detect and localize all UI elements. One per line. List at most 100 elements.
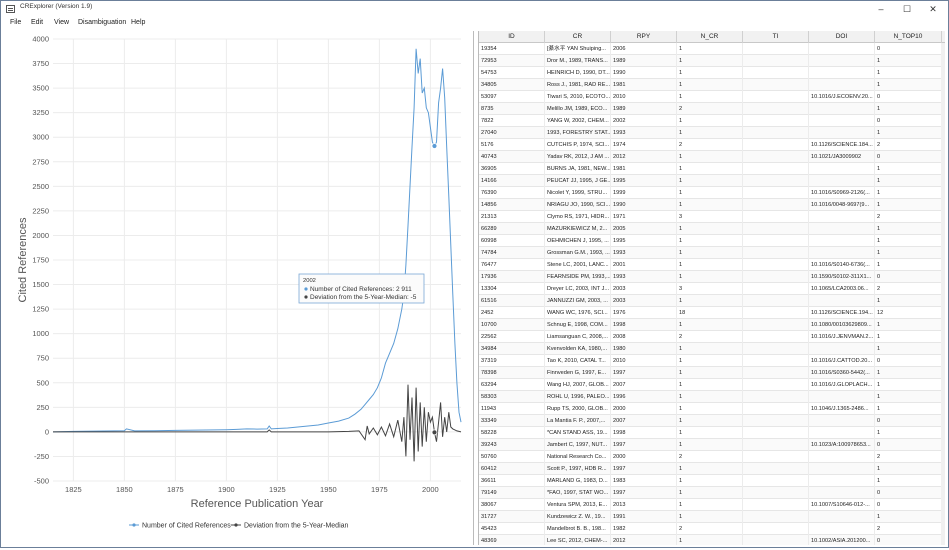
table-row[interactable]: 31727 Kundzewicz Z. W., 19... 1991 1 1: [479, 511, 945, 523]
column-header-rpy[interactable]: RPY: [611, 31, 677, 43]
table-row[interactable]: 40743 Yadav RK, 2012, J AM ... 2012 1 10.102…: [479, 151, 945, 163]
menu-disambiguation[interactable]: Disambiguation: [78, 19, 126, 26]
menu-help[interactable]: Help: [131, 19, 145, 26]
cell-rpy: 2010: [611, 91, 677, 103]
cell-n-top10: 0: [875, 151, 942, 163]
table-row[interactable]: 76477 Stene LC, 2001, LANC... 2001 1 10.1016…: [479, 259, 945, 271]
cell-n-cr: 3: [677, 211, 743, 223]
cell-id: 54753: [479, 67, 545, 79]
table-row[interactable]: 14166 PEUCAT JJ, 1995, J GE... 1995 1 1: [479, 175, 945, 187]
cell-doi: 10.1016/S0140-6736(...: [809, 259, 875, 271]
table-row[interactable]: 76390 Nicolet Y, 1999, STRU... 1999 1 10.101…: [479, 187, 945, 199]
table-row[interactable]: 34805 Ross J., 1981, RAD RE... 1981 1 1: [479, 79, 945, 91]
table-row[interactable]: 33349 La Mantia F. P., 2007,... 2007 1 0: [479, 415, 945, 427]
cell-n-top10: 1: [875, 403, 942, 415]
column-header-n-top10[interactable]: N_TOP10: [875, 31, 942, 43]
table-row[interactable]: 37319 Tao K, 2010, CATAL T... 2010 1 10.1016…: [479, 355, 945, 367]
cell-id: 17936: [479, 271, 545, 283]
cell-id: 34805: [479, 79, 545, 91]
table-row[interactable]: 61516 JANNUZZI GM, 2003, ... 2003 1 1: [479, 295, 945, 307]
cell-n-top10: 0: [875, 271, 942, 283]
table-row[interactable]: 53097 Tiwari S, 2010, ECOTO... 2010 1 10.101…: [479, 91, 945, 103]
cell-id: 10700: [479, 319, 545, 331]
cell-rpy: 1995: [611, 175, 677, 187]
tooltip-line-1: Number of Cited References: 2 911: [310, 286, 412, 293]
column-header-id[interactable]: ID: [479, 31, 545, 43]
table-row[interactable]: 7822 YANG W, 2002, CHEM... 2002 1 0: [479, 115, 945, 127]
table-row[interactable]: 8735 Melillo JM, 1989, ECO... 1989 2 1: [479, 103, 945, 115]
table-row[interactable]: 17936 FEARNSIDE PM, 1993,... 1993 1 10.1590/…: [479, 271, 945, 283]
menu-file[interactable]: File: [10, 19, 21, 26]
table-row[interactable]: 45423 Mandelbrot B. B., 198... 1982 2 2: [479, 523, 945, 535]
table-row[interactable]: 78398 Finnveden G, 1997, E... 1997 1 10.1016…: [479, 367, 945, 379]
cell-ti: [743, 487, 809, 499]
cell-ti: [743, 523, 809, 535]
table-row[interactable]: 10700 Schnug E, 1998, COM... 1998 1 10.1080/…: [479, 319, 945, 331]
cell-rpy: 2012: [611, 151, 677, 163]
cell-n-cr: 1: [677, 67, 743, 79]
table-row[interactable]: 48369 Lee SC, 2012, CHEM-... 2012 1 10.1002/…: [479, 535, 945, 545]
cell-rpy: 1999: [611, 187, 677, 199]
cell-id: 40743: [479, 151, 545, 163]
citation-chart[interactable]: 4000375035003250300027502500225020001750…: [3, 31, 474, 545]
table-row[interactable]: 36905 BURNS JA, 1981, NEW... 1981 1 1: [479, 163, 945, 175]
maximize-button[interactable]: ☐: [894, 1, 920, 17]
cell-doi: 10.1016/0048-9697(9...: [809, 199, 875, 211]
table-row[interactable]: 27040 1993, FORESTRY STAT... 1993 1 1: [479, 127, 945, 139]
table-row[interactable]: 13304 Dreyer LC, 2003, INT J... 2003 3 10.10…: [479, 283, 945, 295]
cell-doi: [809, 43, 875, 55]
table-row[interactable]: 21313 Clymo RS, 1971, HIDR... 1971 3 2: [479, 211, 945, 223]
column-header-cr[interactable]: CR: [545, 31, 611, 43]
table-row[interactable]: 66289 MAZURKIEWICZ M, 2... 2005 1 1: [479, 223, 945, 235]
table-row[interactable]: 63294 Wang HJ, 2007, GLOB... 2007 1 10.1016/…: [479, 379, 945, 391]
cell-id: 63294: [479, 379, 545, 391]
table-scrollbar[interactable]: [941, 43, 945, 545]
close-button[interactable]: ✕: [920, 1, 946, 17]
cell-ti: [743, 331, 809, 343]
table-row[interactable]: 19354 [綦水平 YAN Shuiping... 2006 1 0: [479, 43, 945, 55]
table-row[interactable]: 14856 NRIAGU JO, 1990, SCI... 1990 1 10.1016…: [479, 199, 945, 211]
table-row[interactable]: 50760 National Research Co... 2000 2 2: [479, 451, 945, 463]
table-row[interactable]: 60998 OEHMICHEN J, 1995, ... 1995 1 1: [479, 235, 945, 247]
table-row[interactable]: 54753 HEINRICH D, 1990, DT... 1990 1 1: [479, 67, 945, 79]
references-table: ID CR RPY N_CR TI DOI N_TOP10 19354 [綦水平 …: [478, 31, 945, 545]
table-row[interactable]: 58228 *CAN STAND ASS, 19... 1998 1 1: [479, 427, 945, 439]
menu-view[interactable]: View: [54, 19, 69, 26]
cell-n-cr: 2: [677, 523, 743, 535]
cell-n-cr: 1: [677, 463, 743, 475]
table-row[interactable]: 36611 MARLAND G, 1983, D... 1983 1 1: [479, 475, 945, 487]
table-row[interactable]: 79149 *FAO, 1997, STAT WO... 1997 1 0: [479, 487, 945, 499]
x-tick-label: 1975: [371, 485, 388, 494]
cell-doi: [809, 247, 875, 259]
cell-rpy: 2010: [611, 355, 677, 367]
table-row[interactable]: 38067 Ventura SPM, 2013, E... 2013 1 10.1007…: [479, 499, 945, 511]
table-row[interactable]: 74784 Grossman G.M., 1993, ... 1993 1 1: [479, 247, 945, 259]
table-row[interactable]: 11943 Rupp TS, 2000, GLOB... 2000 1 10.1046/…: [479, 403, 945, 415]
column-header-doi[interactable]: DOI: [809, 31, 875, 43]
menu-edit[interactable]: Edit: [31, 19, 43, 26]
cell-id: 22562: [479, 331, 545, 343]
cell-ti: [743, 367, 809, 379]
table-row[interactable]: 60412 Scott P., 1997, HDB R... 1997 1 1: [479, 463, 945, 475]
table-row[interactable]: 22562 Liamsanguan C, 2008,... 2008 2 10.1016…: [479, 331, 945, 343]
cell-ti: [743, 475, 809, 487]
minimize-button[interactable]: –: [868, 1, 894, 17]
series-line-0: [52, 48, 462, 433]
table-row[interactable]: 58303 ROHL U, 1996, PALEO... 1996 1 1: [479, 391, 945, 403]
column-header-n-cr[interactable]: N_CR: [677, 31, 743, 43]
cell-n-cr: 2: [677, 103, 743, 115]
table-row[interactable]: 5176 CUTCHIS P, 1974, SCI... 1974 2 10.1126/…: [479, 139, 945, 151]
window-title: CRExplorer (Version 1.9): [20, 3, 93, 10]
cell-rpy: 1991: [611, 511, 677, 523]
table-row[interactable]: 72953 Dror M., 1989, TRANS... 1989 1 1: [479, 55, 945, 67]
y-tick-label: 2250: [32, 206, 49, 215]
menu-bar: File Edit View Disambiguation Help: [1, 17, 948, 31]
cell-cr: Finnveden G, 1997, E...: [545, 367, 611, 379]
table-row[interactable]: 34984 Kvenvolden KA, 1980,... 1980 1 1: [479, 343, 945, 355]
cell-id: 39243: [479, 439, 545, 451]
table-row[interactable]: 2452 WANG WC, 1976, SCI... 1976 18 10.1126/S…: [479, 307, 945, 319]
cell-n-top10: 2: [875, 211, 942, 223]
table-row[interactable]: 39243 Jambert C, 1997, NUT... 1997 1 10.1023…: [479, 439, 945, 451]
cell-ti: [743, 235, 809, 247]
column-header-ti[interactable]: TI: [743, 31, 809, 43]
